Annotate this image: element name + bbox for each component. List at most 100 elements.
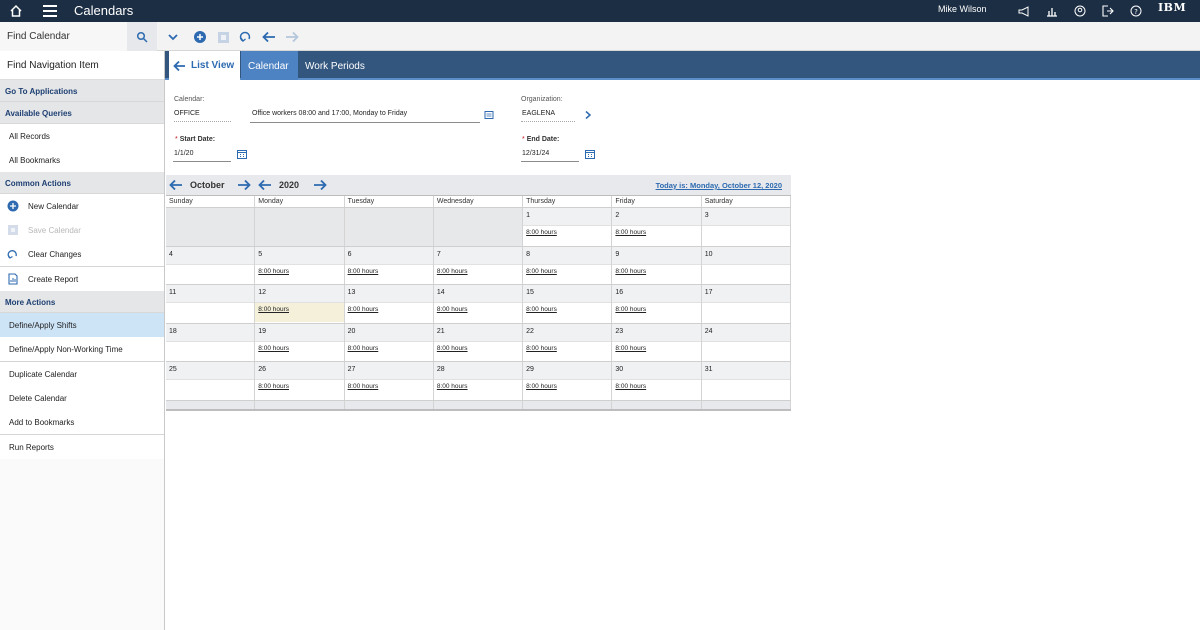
work-hours-link[interactable]: 8:00 hours <box>523 303 611 313</box>
user-profile-icon[interactable] <box>1066 0 1094 22</box>
chart-icon[interactable] <box>1038 0 1066 22</box>
define-apply-shifts-action[interactable]: Define/Apply Shifts <box>0 313 164 337</box>
end-date-input[interactable]: 12/31/24 <box>522 150 549 157</box>
new-record-icon[interactable] <box>191 28 209 46</box>
megaphone-icon[interactable] <box>1010 0 1038 22</box>
next-year-icon[interactable] <box>313 178 327 192</box>
work-hours-link[interactable]: 8:00 hours <box>612 226 700 236</box>
tab-calendar[interactable]: Calendar <box>241 51 298 80</box>
day-cell[interactable]: 7 8:00 hours <box>433 246 524 285</box>
day-cell[interactable]: 31 <box>701 362 791 400</box>
day-cell[interactable]: 20 8:00 hours <box>344 323 434 362</box>
work-hours-link[interactable]: 8:00 hours <box>434 342 522 352</box>
create-report-action[interactable]: Create Report <box>0 267 164 291</box>
day-cell[interactable]: 26 8:00 hours <box>255 362 345 400</box>
menu-icon[interactable] <box>40 1 60 21</box>
work-hours-link[interactable]: 8:00 hours <box>523 265 611 275</box>
save-calendar-action[interactable]: Save Calendar <box>0 218 164 242</box>
work-hours-link[interactable]: 8:00 hours <box>523 380 611 390</box>
next-month-icon[interactable] <box>237 178 251 192</box>
day-cell[interactable]: 29 8:00 hours <box>523 362 613 400</box>
work-hours-link[interactable]: 8:00 hours <box>434 380 522 390</box>
day-cell[interactable]: 28 8:00 hours <box>433 362 524 400</box>
day-cell[interactable]: 6 8:00 hours <box>344 246 434 285</box>
run-reports-action[interactable]: Run Reports <box>0 435 164 459</box>
calendar-description[interactable]: Office workers 08:00 and 17:00, Monday t… <box>252 110 407 117</box>
work-hours-link[interactable]: 8:00 hours <box>255 380 343 390</box>
add-to-bookmarks-action[interactable]: Add to Bookmarks <box>0 410 164 434</box>
work-hours-link[interactable]: 8:00 hours <box>255 342 343 352</box>
day-cell[interactable]: 24 <box>701 323 791 362</box>
day-cell[interactable]: 1 8:00 hours <box>523 208 613 246</box>
find-calendar-input[interactable]: Find Calendar <box>0 22 127 51</box>
undo-icon[interactable] <box>237 28 255 46</box>
previous-year-icon[interactable] <box>258 178 272 192</box>
tab-work-periods[interactable]: Work Periods <box>305 61 365 72</box>
search-button[interactable] <box>127 22 157 51</box>
work-hours-link[interactable]: 8:00 hours <box>612 303 700 313</box>
previous-month-icon[interactable] <box>169 178 183 192</box>
day-cell[interactable]: 18 <box>166 323 256 362</box>
work-hours-link[interactable]: 8:00 hours <box>612 380 700 390</box>
work-hours-link[interactable]: 8:00 hours <box>255 303 344 323</box>
detail-menu-icon[interactable] <box>484 110 494 120</box>
day-cell[interactable]: 30 8:00 hours <box>612 362 702 400</box>
day-cell[interactable]: 11 <box>166 285 256 323</box>
day-cell[interactable]: 4 <box>166 246 256 285</box>
day-cell[interactable]: 8 8:00 hours <box>523 246 613 285</box>
work-hours-link[interactable]: 8:00 hours <box>523 226 611 236</box>
calendar-icon[interactable] <box>585 149 595 159</box>
day-cell[interactable]: 23 8:00 hours <box>612 323 702 362</box>
save-icon[interactable] <box>214 28 232 46</box>
today-link[interactable]: Today is: Monday, October 12, 2020 <box>656 181 782 190</box>
work-hours-link[interactable]: 8:00 hours <box>612 342 700 352</box>
work-hours-link[interactable]: 8:00 hours <box>434 303 522 313</box>
next-arrow-icon[interactable] <box>283 28 301 46</box>
work-hours-link[interactable]: 8:00 hours <box>255 265 343 275</box>
day-cell[interactable]: 27 8:00 hours <box>344 362 434 400</box>
organization-field-value[interactable]: EAGLENA <box>522 110 555 117</box>
duplicate-calendar-action[interactable]: Duplicate Calendar <box>0 362 164 386</box>
find-navigation-input[interactable]: Find Navigation Item <box>0 51 164 80</box>
help-icon[interactable]: ? <box>1122 0 1150 22</box>
chevron-right-icon[interactable] <box>583 110 593 120</box>
day-cell[interactable]: 5 8:00 hours <box>255 246 345 285</box>
start-date-input[interactable]: 1/1/20 <box>174 150 193 157</box>
home-icon[interactable] <box>6 1 26 21</box>
day-cell[interactable]: 13 8:00 hours <box>344 285 434 323</box>
day-cell[interactable]: 22 8:00 hours <box>523 323 613 362</box>
query-all-records[interactable]: All Records <box>0 124 164 148</box>
day-cell[interactable]: 19 8:00 hours <box>255 323 345 362</box>
new-calendar-action[interactable]: New Calendar <box>0 194 164 218</box>
day-cell[interactable]: 21 8:00 hours <box>433 323 524 362</box>
dropdown-chevron-icon[interactable] <box>164 28 182 46</box>
calendar-icon[interactable] <box>237 149 247 159</box>
day-cell[interactable]: 2 8:00 hours <box>612 208 702 246</box>
query-all-bookmarks[interactable]: All Bookmarks <box>0 148 164 172</box>
day-cell[interactable]: 14 8:00 hours <box>433 285 524 323</box>
day-cell[interactable]: 10 <box>701 246 791 285</box>
work-hours-link[interactable]: 8:00 hours <box>345 303 433 313</box>
user-name[interactable]: Mike Wilson <box>938 4 987 14</box>
clear-changes-action[interactable]: Clear Changes <box>0 242 164 266</box>
work-hours-link[interactable]: 8:00 hours <box>523 342 611 352</box>
day-cell[interactable]: 17 <box>701 285 791 323</box>
work-hours-link[interactable]: 8:00 hours <box>612 265 700 275</box>
day-cell[interactable]: 15 8:00 hours <box>523 285 613 323</box>
work-hours-link[interactable]: 8:00 hours <box>434 265 522 275</box>
go-to-applications[interactable]: Go To Applications <box>0 80 164 102</box>
calendar-field-value[interactable]: OFFICE <box>174 110 200 117</box>
day-cell[interactable]: 16 8:00 hours <box>612 285 702 323</box>
work-hours-link[interactable]: 8:00 hours <box>345 265 433 275</box>
day-cell[interactable]: 9 8:00 hours <box>612 246 702 285</box>
day-cell[interactable]: 3 <box>701 208 791 246</box>
tab-list-view[interactable]: List View <box>169 51 241 80</box>
day-cell[interactable]: 12 8:00 hours <box>255 285 345 323</box>
delete-calendar-action[interactable]: Delete Calendar <box>0 386 164 410</box>
day-cell[interactable]: 25 <box>166 362 256 400</box>
logout-icon[interactable] <box>1094 0 1122 22</box>
work-hours-link[interactable]: 8:00 hours <box>345 380 433 390</box>
work-hours-link[interactable]: 8:00 hours <box>345 342 433 352</box>
previous-arrow-icon[interactable] <box>260 28 278 46</box>
define-non-working-time-action[interactable]: Define/Apply Non-Working Time <box>0 337 164 361</box>
